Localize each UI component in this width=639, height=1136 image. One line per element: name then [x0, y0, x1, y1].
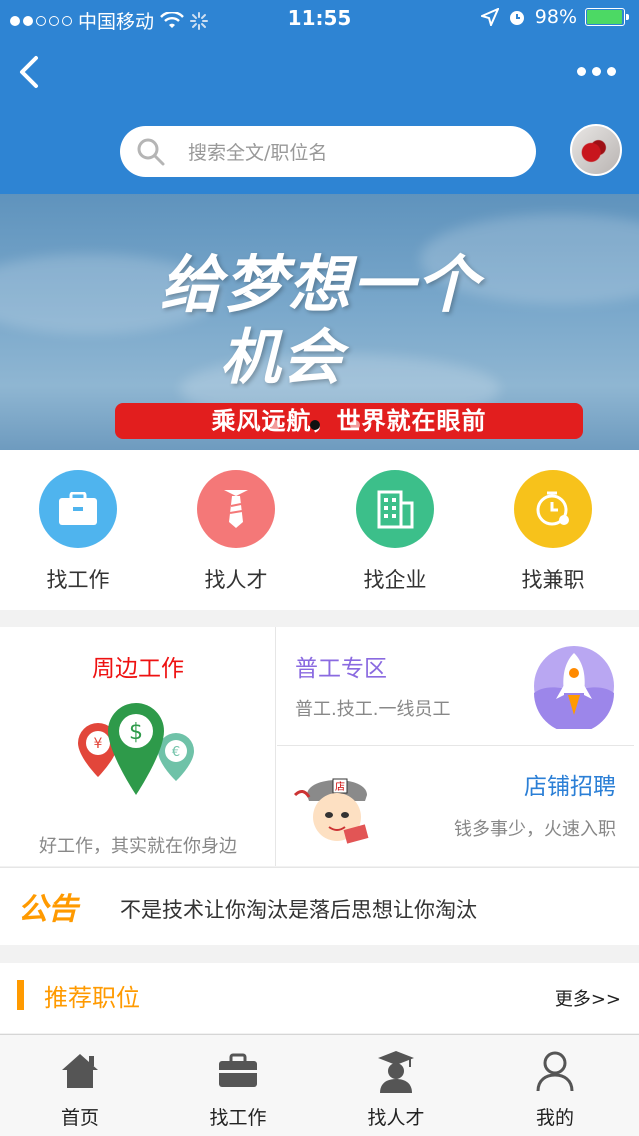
general-workers-card[interactable]: 普工专区 普工.技工.一线员工 [277, 627, 634, 746]
svg-text:$: $ [129, 720, 143, 745]
notice-text: 不是技术让你淘汰是落后思想让你淘汰 [120, 898, 477, 922]
battery-icon [585, 8, 629, 26]
avatar[interactable] [570, 124, 622, 176]
tie-icon [224, 490, 248, 528]
tab-find-job[interactable]: 找工作 [178, 1049, 298, 1130]
quick-nav: 找工作 找人才 找企业 找兼职 [0, 450, 639, 610]
feature-panels: 周边工作 ¥ € $ 好工作，其实就在你身边 普工专区 普工.技工.一线员工 店… [0, 627, 639, 866]
more-button[interactable] [577, 62, 619, 80]
shopkeeper-cartoon-icon: 店 [293, 778, 369, 844]
rocket-icon [534, 646, 614, 729]
nearby-jobs-title: 周边工作 [92, 656, 184, 682]
general-workers-subtitle: 普工.技工.一线员工 [295, 699, 451, 720]
status-bar: 中国移动 11:55 98% [0, 0, 639, 36]
announcement-logo-text: 公告 [18, 892, 81, 924]
banner-carousel[interactable]: 给梦想一个 机会 乘风远航，世界就在眼前 [0, 194, 639, 450]
search-input[interactable]: 搜索全文/职位名 [120, 126, 536, 177]
quick-nav-label: 找人才 [204, 568, 268, 592]
tab-mine[interactable]: 我的 [495, 1049, 615, 1130]
location-arrow-icon [480, 8, 499, 26]
recommended-section-header: 推荐职位 更多>> [0, 963, 639, 1033]
briefcase-icon [59, 492, 97, 525]
carousel-dot[interactable] [270, 420, 280, 430]
quick-nav-find-talent[interactable]: 找人才 [176, 470, 296, 594]
more-link[interactable]: 更多>> [555, 985, 621, 1011]
tab-find-talent[interactable]: 找人才 [336, 1049, 456, 1130]
more-dot [592, 66, 601, 76]
user-icon [533, 1049, 577, 1093]
alarm-icon [509, 11, 524, 25]
tab-label: 我的 [535, 1107, 574, 1129]
quick-nav-find-job[interactable]: 找工作 [18, 470, 138, 594]
quick-nav-label: 找兼职 [521, 568, 585, 592]
search-placeholder: 搜索全文/职位名 [188, 142, 328, 164]
building-icon [377, 490, 414, 529]
tab-home[interactable]: 首页 [20, 1049, 140, 1130]
quick-nav-circle [514, 470, 592, 548]
search-icon [137, 138, 165, 165]
svg-text:€: € [172, 745, 180, 760]
quick-nav-label: 找企业 [363, 568, 427, 592]
more-dot [577, 66, 586, 76]
general-workers-title: 普工专区 [295, 656, 387, 682]
chevron-left-icon [20, 56, 38, 88]
graduate-icon [374, 1049, 418, 1093]
tab-label: 找人才 [367, 1107, 425, 1129]
quick-nav-circle [39, 470, 117, 548]
more-dot [607, 66, 616, 76]
svg-text:¥: ¥ [94, 736, 103, 752]
battery-percent: 98% [534, 6, 577, 28]
banner-headline-line2: 机会 [220, 323, 344, 393]
store-hiring-subtitle: 钱多事少，火速入职 [454, 819, 616, 840]
carousel-dot-active[interactable] [310, 420, 320, 430]
store-hiring-card[interactable]: 店 店铺招聘 钱多事少，火速入职 [277, 747, 634, 866]
notice-bar[interactable]: 公告 不是技术让你淘汰是落后思想让你淘汰 [0, 867, 639, 945]
quick-nav-find-parttime[interactable]: 找兼职 [493, 470, 613, 594]
recommended-title: 推荐职位 [44, 984, 140, 1012]
map-pins-money-icon: ¥ € $ [78, 703, 194, 795]
announcement-logo-icon: 公告 [18, 892, 81, 924]
quick-nav-circle [197, 470, 275, 548]
header: 中国移动 11:55 98% 搜索全文/职位名 [0, 0, 639, 194]
section-accent-bar [17, 980, 24, 1010]
store-hiring-title: 店铺招聘 [524, 774, 616, 800]
briefcase-icon [216, 1049, 260, 1093]
carousel-indicator [270, 420, 360, 430]
tab-label: 找工作 [209, 1107, 267, 1129]
banner-headline: 给梦想一个 机会 [160, 204, 500, 393]
battery-fill [587, 10, 623, 24]
home-icon [58, 1049, 102, 1093]
back-button[interactable] [12, 52, 46, 92]
carousel-dot[interactable] [350, 420, 360, 430]
tab-label: 首页 [60, 1107, 99, 1129]
quick-nav-label: 找工作 [46, 568, 110, 592]
svg-text:店: 店 [335, 780, 345, 793]
quick-nav-circle [356, 470, 434, 548]
quick-nav-find-company[interactable]: 找企业 [335, 470, 455, 594]
nearby-jobs-card[interactable]: 周边工作 ¥ € $ 好工作，其实就在你身边 [0, 627, 276, 866]
nearby-jobs-subtitle: 好工作，其实就在你身边 [39, 836, 237, 857]
bottom-tab-bar: 首页 找工作 找人才 我的 [0, 1034, 639, 1136]
clock-icon [536, 491, 569, 526]
status-right: 98% [480, 6, 629, 28]
